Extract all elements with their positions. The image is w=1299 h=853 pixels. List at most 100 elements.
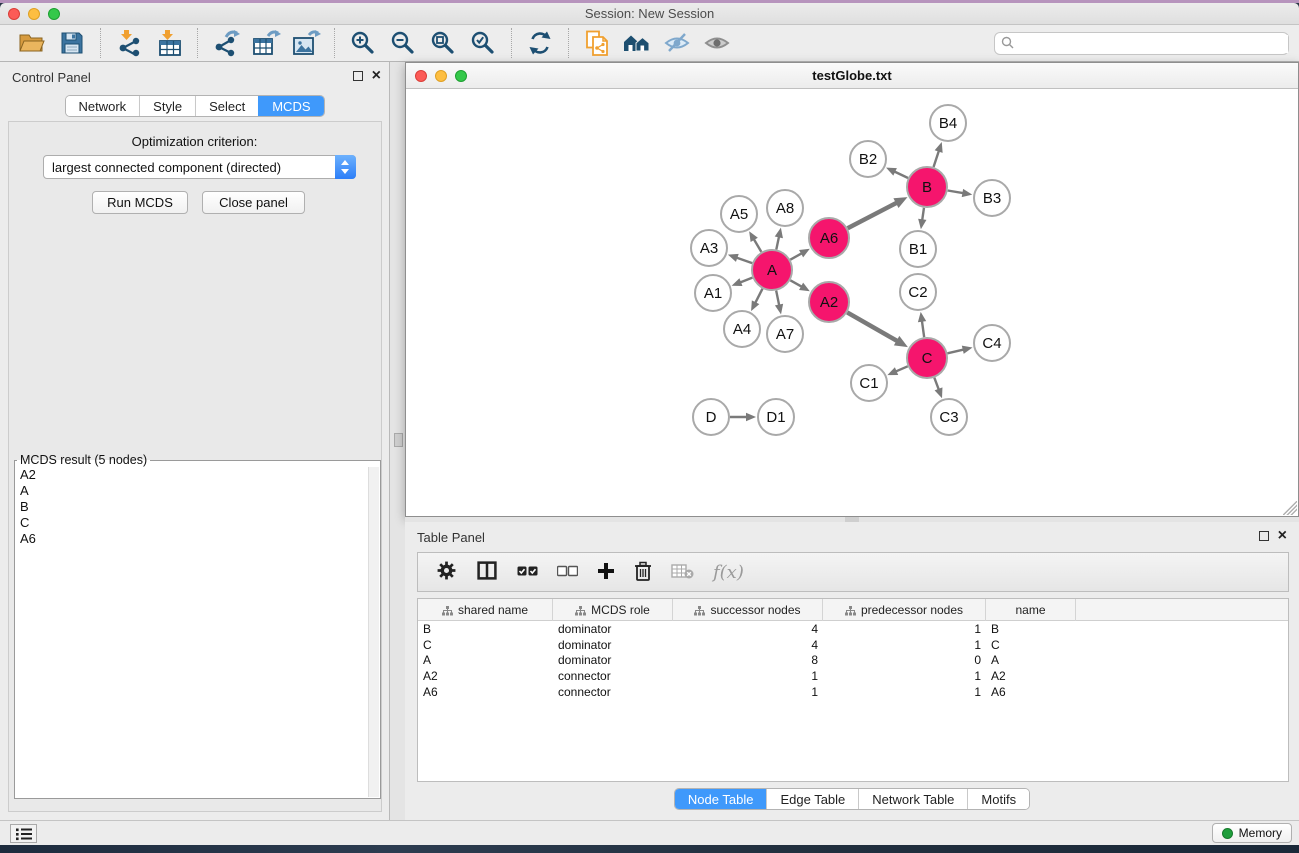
- divider-handle[interactable]: [394, 433, 403, 447]
- search-input[interactable]: [1014, 35, 1288, 53]
- mcds-result-item[interactable]: C: [16, 515, 367, 531]
- graph-node-B[interactable]: B: [907, 167, 947, 207]
- column-settings-icon[interactable]: [436, 560, 457, 584]
- graph-edge[interactable]: [893, 171, 908, 178]
- network-window-titlebar[interactable]: testGlobe.txt: [406, 63, 1298, 89]
- task-history-button[interactable]: [10, 824, 37, 843]
- mcds-result-item[interactable]: A: [16, 483, 367, 499]
- table-row[interactable]: Bdominator41B: [418, 621, 1288, 637]
- graph-edge[interactable]: [934, 378, 939, 391]
- mcds-result-item[interactable]: A2: [16, 467, 367, 483]
- refresh-icon[interactable]: [520, 27, 560, 59]
- table-row[interactable]: A6connector11A6: [418, 684, 1288, 700]
- graph-node-B3[interactable]: B3: [974, 180, 1010, 216]
- export-network-icon[interactable]: [206, 27, 246, 59]
- tab-style[interactable]: Style: [139, 96, 195, 116]
- graph-edge[interactable]: [755, 289, 763, 304]
- run-mcds-button[interactable]: Run MCDS: [92, 191, 188, 214]
- graph-node-B1[interactable]: B1: [900, 231, 936, 267]
- hide-selected-icon[interactable]: [657, 27, 697, 59]
- graph-edge[interactable]: [776, 235, 779, 249]
- network-canvas[interactable]: B4 B2 B B3 A8 A5 A6 A3 B1 A C2 A1 A2 A4A7 C4 C C1 D C3 D1: [406, 89, 1298, 516]
- mcds-result-scrollbar[interactable]: [368, 467, 379, 797]
- graph-node-C4[interactable]: C4: [974, 325, 1010, 361]
- save-session-icon[interactable]: [52, 27, 92, 59]
- graph-edge[interactable]: [790, 253, 803, 260]
- export-table-icon[interactable]: [246, 27, 286, 59]
- tab-network-table[interactable]: Network Table: [858, 789, 967, 809]
- graph-node-A6[interactable]: A6: [809, 218, 849, 258]
- window-resize-grip[interactable]: [1283, 501, 1297, 515]
- graph-node-B4[interactable]: B4: [930, 105, 966, 141]
- first-neighbors-icon[interactable]: [617, 27, 657, 59]
- graph-node-A4[interactable]: A4: [724, 311, 760, 347]
- deselect-all-checkboxes-icon[interactable]: [557, 564, 578, 581]
- table-row[interactable]: Adominator80A: [418, 652, 1288, 668]
- graph-edge[interactable]: [848, 202, 898, 228]
- graph-edge[interactable]: [790, 280, 803, 287]
- zoom-in-icon[interactable]: [343, 27, 383, 59]
- graph-node-A1[interactable]: A1: [695, 275, 731, 311]
- zoom-selected-icon[interactable]: [463, 27, 503, 59]
- show-all-icon[interactable]: [697, 27, 737, 59]
- table-row[interactable]: Cdominator41C: [418, 637, 1288, 653]
- mcds-result-item[interactable]: B: [16, 499, 367, 515]
- graph-node-B2[interactable]: B2: [850, 141, 886, 177]
- tab-select[interactable]: Select: [195, 96, 258, 116]
- float-table-panel-icon[interactable]: [1259, 531, 1269, 541]
- graph-node-A7[interactable]: A7: [767, 316, 803, 352]
- import-table-icon[interactable]: [149, 27, 189, 59]
- graph-node-D1[interactable]: D1: [758, 399, 794, 435]
- graph-edge[interactable]: [948, 191, 965, 194]
- graph-node-C2[interactable]: C2: [900, 274, 936, 310]
- table-row[interactable]: A2connector11A2: [418, 668, 1288, 684]
- graph-node-C3[interactable]: C3: [931, 399, 967, 435]
- tab-mcds[interactable]: MCDS: [258, 96, 323, 116]
- column-header-name[interactable]: name: [986, 599, 1076, 621]
- graph-edge[interactable]: [753, 238, 761, 252]
- zoom-fit-icon[interactable]: [423, 27, 463, 59]
- import-network-icon[interactable]: [109, 27, 149, 59]
- close-panel-button[interactable]: Close panel: [202, 191, 305, 214]
- graph-edge[interactable]: [739, 278, 752, 283]
- zoom-out-icon[interactable]: [383, 27, 423, 59]
- search-field[interactable]: [994, 32, 1289, 55]
- add-column-icon[interactable]: [597, 562, 615, 583]
- graph-edge[interactable]: [895, 366, 908, 372]
- graph-edge[interactable]: [735, 257, 752, 263]
- close-panel-icon[interactable]: ×: [372, 71, 381, 81]
- tab-edge-table[interactable]: Edge Table: [766, 789, 858, 809]
- graph-node-C1[interactable]: C1: [851, 365, 887, 401]
- graph-edge[interactable]: [847, 312, 898, 341]
- graph-edge[interactable]: [922, 320, 924, 337]
- graph-node-A5[interactable]: A5: [721, 196, 757, 232]
- graph-node-C[interactable]: C: [907, 338, 947, 378]
- criterion-dropdown[interactable]: largest connected component (directed): [43, 155, 356, 179]
- column-header-MCDS-role[interactable]: MCDS role: [553, 599, 673, 621]
- graph-edge[interactable]: [934, 150, 940, 167]
- tab-network[interactable]: Network: [65, 96, 139, 116]
- column-header-successor-nodes[interactable]: successor nodes: [673, 599, 823, 621]
- graph-edge[interactable]: [776, 291, 779, 307]
- float-panel-icon[interactable]: [353, 71, 363, 81]
- column-header-predecessor-nodes[interactable]: predecessor nodes: [823, 599, 986, 621]
- graph-node-A3[interactable]: A3: [691, 230, 727, 266]
- graph-edge[interactable]: [947, 349, 964, 353]
- tab-motifs[interactable]: Motifs: [967, 789, 1029, 809]
- open-session-icon[interactable]: [12, 27, 52, 59]
- memory-button[interactable]: Memory: [1212, 823, 1292, 843]
- mcds-result-item[interactable]: A6: [16, 531, 367, 547]
- new-network-from-selection-icon[interactable]: [577, 27, 617, 59]
- close-table-panel-icon[interactable]: ×: [1278, 531, 1287, 541]
- graph-edge[interactable]: [922, 208, 924, 222]
- show-columns-icon[interactable]: [476, 560, 498, 584]
- delete-column-icon[interactable]: [634, 561, 652, 584]
- tab-node-table[interactable]: Node Table: [675, 789, 767, 809]
- select-all-checkboxes-icon[interactable]: [517, 564, 538, 581]
- column-header-shared-name[interactable]: shared name: [418, 599, 553, 621]
- export-image-icon[interactable]: [286, 27, 326, 59]
- graph-node-A[interactable]: A: [752, 250, 792, 290]
- graph-node-D[interactable]: D: [693, 399, 729, 435]
- graph-node-A8[interactable]: A8: [767, 190, 803, 226]
- graph-node-A2[interactable]: A2: [809, 282, 849, 322]
